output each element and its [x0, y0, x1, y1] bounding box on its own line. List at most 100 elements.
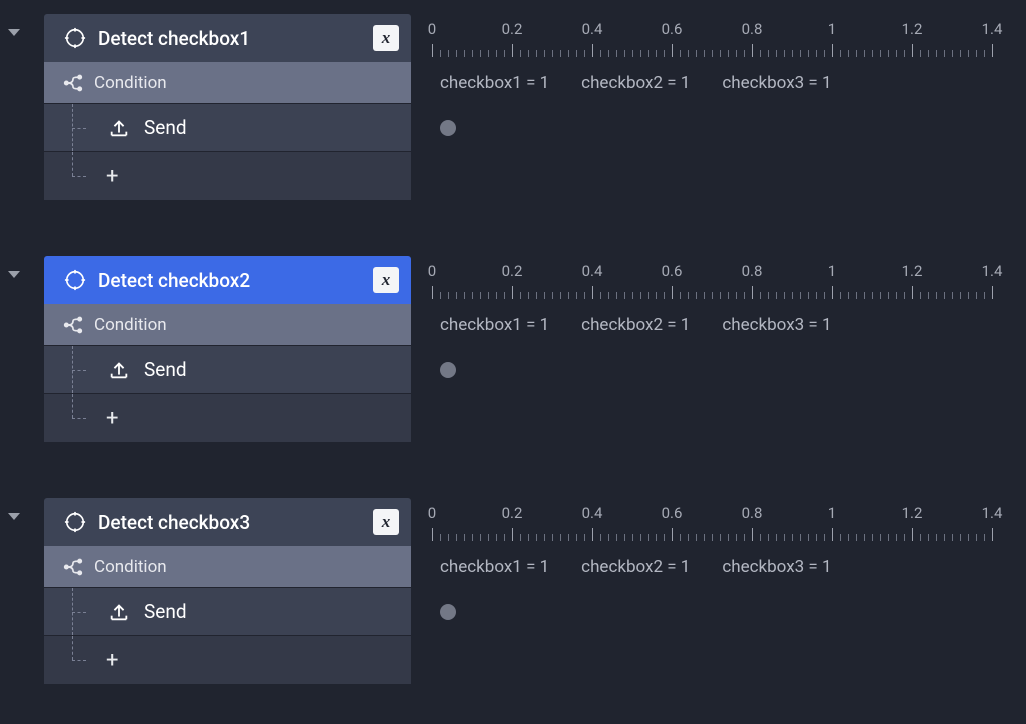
- add-row[interactable]: +: [44, 636, 411, 684]
- ruler-subtick: [824, 534, 825, 541]
- send-row[interactable]: Send: [44, 588, 411, 636]
- ruler-subtick: [856, 292, 857, 299]
- ruler-subtick: [576, 292, 577, 299]
- ruler-tick-label: 0.6: [662, 504, 683, 522]
- ruler-subtick: [872, 292, 873, 299]
- ruler-subtick: [488, 50, 489, 57]
- ruler-tick: [992, 528, 993, 541]
- collapse-toggle-icon[interactable]: [8, 513, 20, 520]
- ruler-subtick: [792, 292, 793, 299]
- ruler-tick: [672, 44, 673, 57]
- ruler-subtick: [480, 292, 481, 299]
- ruler-tick-label: 0.8: [742, 20, 763, 38]
- ruler-subtick: [704, 50, 705, 57]
- send-icon: [106, 357, 132, 383]
- track-header[interactable]: Detect checkbox2 x: [44, 256, 411, 304]
- add-row[interactable]: +: [44, 394, 411, 442]
- keyframe-row[interactable]: [426, 104, 1026, 152]
- ruler-subtick: [632, 50, 633, 57]
- ruler-subtick: [760, 292, 761, 299]
- branch-icon: [62, 556, 84, 578]
- ruler-subtick: [568, 50, 569, 57]
- ruler-tick-label: 1.4: [982, 262, 1003, 280]
- ruler-subtick: [480, 50, 481, 57]
- send-label: Send: [144, 600, 187, 623]
- ruler-subtick: [712, 292, 713, 299]
- ruler-subtick: [680, 292, 681, 299]
- ruler-tick-label: 0.2: [502, 262, 523, 280]
- ruler-tick: [592, 44, 593, 57]
- keyframe-dot[interactable]: [440, 120, 456, 136]
- ruler-subtick: [600, 292, 601, 299]
- timeline-ruler[interactable]: 00.20.40.60.811.21.4: [426, 498, 1026, 546]
- ruler-subtick: [928, 292, 929, 299]
- ruler-tick: [752, 528, 753, 541]
- ruler-tick-label: 0.4: [582, 20, 603, 38]
- variable-badge[interactable]: x: [373, 509, 399, 535]
- condition-row[interactable]: Condition: [44, 62, 411, 104]
- ruler-subtick: [896, 292, 897, 299]
- track-header[interactable]: Detect checkbox3 x: [44, 498, 411, 546]
- ruler-subtick: [864, 292, 865, 299]
- branch-icon: [62, 314, 84, 336]
- track-header[interactable]: Detect checkbox1 x: [44, 14, 411, 62]
- collapse-toggle-icon[interactable]: [8, 271, 20, 278]
- track-title: Detect checkbox1: [98, 27, 373, 50]
- condition-value: checkbox3 = 1: [722, 557, 831, 577]
- ruler-subtick: [464, 534, 465, 541]
- ruler-subtick: [648, 292, 649, 299]
- ruler-subtick: [632, 292, 633, 299]
- ruler-subtick: [728, 534, 729, 541]
- track-title: Detect checkbox2: [98, 269, 373, 292]
- ruler-subtick: [864, 534, 865, 541]
- ruler-tick-label: 0.4: [582, 504, 603, 522]
- ruler-subtick: [448, 534, 449, 541]
- ruler-subtick: [984, 50, 985, 57]
- ruler-subtick: [600, 50, 601, 57]
- send-icon: [106, 115, 132, 141]
- ruler-subtick: [464, 292, 465, 299]
- condition-value: checkbox2 = 1: [581, 73, 690, 93]
- condition-row[interactable]: Condition: [44, 546, 411, 588]
- keyframe-row[interactable]: [426, 588, 1026, 636]
- ruler-subtick: [968, 534, 969, 541]
- ruler-subtick: [776, 50, 777, 57]
- collapse-toggle-icon[interactable]: [8, 29, 20, 36]
- variable-badge[interactable]: x: [373, 25, 399, 51]
- ruler-subtick: [544, 292, 545, 299]
- condition-value: checkbox1 = 1: [440, 557, 549, 577]
- keyframe-row[interactable]: [426, 346, 1026, 394]
- keyframe-dot[interactable]: [440, 362, 456, 378]
- variable-badge[interactable]: x: [373, 267, 399, 293]
- ruler-subtick: [800, 534, 801, 541]
- ruler-subtick: [704, 534, 705, 541]
- add-row[interactable]: +: [44, 152, 411, 200]
- ruler-subtick: [680, 534, 681, 541]
- timeline-ruler[interactable]: 00.20.40.60.811.21.4: [426, 256, 1026, 304]
- track-title: Detect checkbox3: [98, 511, 373, 534]
- tree-guide-icon: [44, 346, 106, 393]
- ruler-subtick: [920, 50, 921, 57]
- condition-row[interactable]: Condition: [44, 304, 411, 346]
- timeline-ruler[interactable]: 00.20.40.60.811.21.4: [426, 14, 1026, 62]
- ruler-tick: [752, 286, 753, 299]
- ruler-subtick: [768, 534, 769, 541]
- ruler-subtick: [880, 292, 881, 299]
- send-row[interactable]: Send: [44, 104, 411, 152]
- condition-label: Condition: [94, 315, 167, 335]
- ruler-subtick: [472, 534, 473, 541]
- send-row[interactable]: Send: [44, 346, 411, 394]
- ruler-subtick: [744, 534, 745, 541]
- ruler-tick-label: 1: [828, 20, 836, 38]
- ruler-subtick: [792, 534, 793, 541]
- ruler-tick-label: 1.2: [902, 20, 923, 38]
- ruler-subtick: [880, 534, 881, 541]
- ruler-subtick: [688, 50, 689, 57]
- ruler-tick: [912, 44, 913, 57]
- ruler-tick: [832, 286, 833, 299]
- keyframe-dot[interactable]: [440, 604, 456, 620]
- ruler-subtick: [864, 50, 865, 57]
- ruler-subtick: [688, 292, 689, 299]
- ruler-subtick: [616, 534, 617, 541]
- ruler-tick: [992, 44, 993, 57]
